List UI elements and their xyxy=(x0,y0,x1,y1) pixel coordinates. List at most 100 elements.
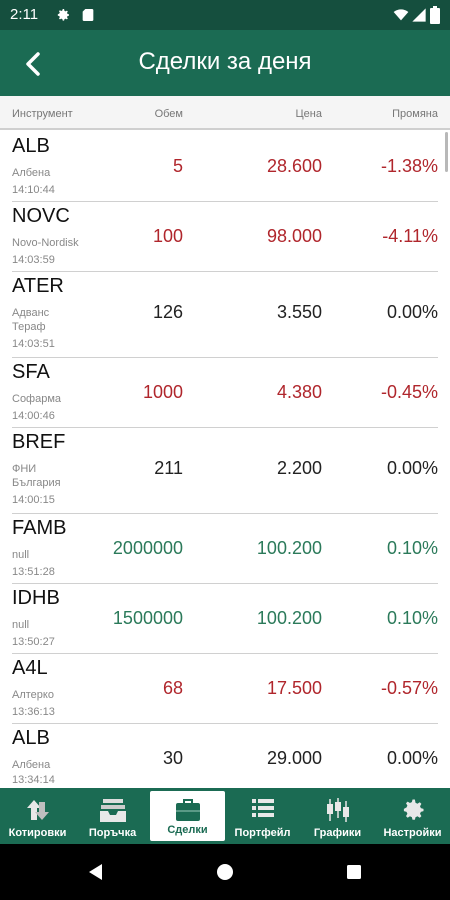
trade-company: ФНИ България xyxy=(12,463,61,489)
trade-price: 100.200 xyxy=(256,538,322,558)
trade-change: 0.10% xyxy=(386,608,438,628)
trade-volume: 5 xyxy=(172,156,183,176)
trade-price: 4.380 xyxy=(276,382,322,402)
trade-change: 0.10% xyxy=(386,538,438,558)
trade-volume: 1500000 xyxy=(112,608,183,628)
nav-trades[interactable]: Сделки xyxy=(150,791,225,841)
trade-volume: 30 xyxy=(162,748,183,768)
trade-volume: 1000 xyxy=(142,382,183,402)
status-bar: 2:11 xyxy=(0,0,450,30)
trade-change: 0.00% xyxy=(386,458,438,478)
trade-row[interactable]: BREF ФНИ България 14:00:15 211 2.200 0.0… xyxy=(0,428,450,514)
column-header-volume: Обем xyxy=(154,108,183,120)
cell-signal-icon xyxy=(412,8,426,22)
trade-change: -0.45% xyxy=(380,382,438,402)
column-header-row: Инструмент Обем Цена Промяна xyxy=(0,96,450,130)
trade-company: Novo-Nordisk xyxy=(12,237,79,249)
trade-time: 13:51:28 xyxy=(12,566,55,578)
trade-company: null xyxy=(12,549,30,561)
trade-company: Алтерко xyxy=(12,689,54,701)
system-back-icon[interactable] xyxy=(86,862,106,882)
trade-row[interactable]: ALB Албена 14:10:44 5 28.600 -1.38% xyxy=(0,132,450,202)
trade-time: 14:00:46 xyxy=(12,410,55,422)
column-header-price: Цена xyxy=(295,108,322,120)
trade-symbol: FAMB xyxy=(12,517,67,539)
trade-volume: 68 xyxy=(162,678,183,698)
trade-price: 2.200 xyxy=(276,458,322,478)
trade-price: 98.000 xyxy=(266,226,322,246)
trade-symbol: IDHB xyxy=(12,587,60,609)
order-tray-icon xyxy=(99,799,126,822)
trade-symbol: A4L xyxy=(12,657,48,679)
trade-volume: 2000000 xyxy=(112,538,183,558)
trade-time: 13:34:14 xyxy=(12,774,55,786)
trade-row[interactable]: A4L Алтерко 13:36:13 68 17.500 -0.57% xyxy=(0,654,450,724)
portfolio-list-icon xyxy=(251,799,274,817)
trade-price: 29.000 xyxy=(266,748,322,768)
trade-symbol: NOVC xyxy=(12,205,70,227)
trade-company: Албена xyxy=(12,167,51,179)
trade-change: -4.11% xyxy=(382,226,438,246)
bottom-navigation: Котировки Поръчка Сделки Портфейл График… xyxy=(0,788,450,844)
nav-order[interactable]: Поръчка xyxy=(75,788,150,844)
trade-volume: 211 xyxy=(154,458,183,478)
trade-symbol: SFA xyxy=(12,361,50,383)
trade-change: 0.00% xyxy=(386,748,438,768)
trade-price: 28.600 xyxy=(266,156,322,176)
trade-time: 14:03:59 xyxy=(12,254,55,266)
app-bar: Сделки за деня xyxy=(0,30,450,96)
battery-icon xyxy=(430,6,440,24)
nav-portfolio-label: Портфейл xyxy=(234,827,291,839)
briefcase-icon xyxy=(175,799,200,821)
trade-row[interactable]: ATER Адванс Тераф 14:03:51 126 3.550 0.0… xyxy=(0,272,450,358)
trade-change: 0.00% xyxy=(386,302,438,322)
nav-portfolio[interactable]: Портфейл xyxy=(225,788,300,844)
nav-order-label: Поръчка xyxy=(88,827,137,839)
nav-trades-label: Сделки xyxy=(167,824,208,836)
settings-gear-icon xyxy=(403,799,423,820)
system-home-icon[interactable] xyxy=(215,862,235,882)
trade-volume: 100 xyxy=(152,226,183,246)
page-title: Сделки за деня xyxy=(138,48,312,75)
trade-symbol: BREF xyxy=(12,431,66,453)
nav-settings-label: Настройки xyxy=(383,827,442,839)
candlestick-chart-icon xyxy=(326,798,349,822)
settings-notification-icon xyxy=(57,9,69,21)
trade-time: 14:00:15 xyxy=(12,494,55,506)
trade-change: -0.57% xyxy=(380,678,438,698)
trade-row[interactable]: IDHB null 13:50:27 1500000 100.200 0.10% xyxy=(0,584,450,654)
trade-time: 14:10:44 xyxy=(12,184,55,196)
trade-row[interactable]: SFA Софарма 14:00:46 1000 4.380 -0.45% xyxy=(0,358,450,428)
screen: 2:11 Сделки за деня Инструмент Обем Цена… xyxy=(0,0,450,900)
status-time: 2:11 xyxy=(10,6,39,23)
trade-price: 3.550 xyxy=(276,302,322,322)
trade-symbol: ALB xyxy=(12,135,50,157)
trade-time: 13:50:27 xyxy=(12,636,55,648)
sd-card-icon xyxy=(82,9,94,21)
nav-quotes-label: Котировки xyxy=(8,827,67,839)
trade-row[interactable]: NOVC Novo-Nordisk 14:03:59 100 98.000 -4… xyxy=(0,202,450,272)
nav-charts-label: Графики xyxy=(313,827,362,839)
trade-change: -1.38% xyxy=(380,156,438,176)
trade-price: 17.500 xyxy=(266,678,322,698)
trade-time: 14:03:51 xyxy=(12,338,55,350)
wifi-icon xyxy=(393,9,409,21)
trade-volume: 126 xyxy=(152,302,183,322)
nav-charts[interactable]: Графики xyxy=(300,788,375,844)
trade-row[interactable]: ALB Албена 13:34:14 30 29.000 0.00% xyxy=(0,724,450,788)
column-header-change: Промяна xyxy=(392,108,438,120)
trade-company: Адванс Тераф xyxy=(12,307,50,333)
nav-quotes[interactable]: Котировки xyxy=(0,788,75,844)
system-navigation-bar xyxy=(0,844,450,900)
trade-row[interactable]: FAMB null 13:51:28 2000000 100.200 0.10% xyxy=(0,514,450,584)
nav-settings[interactable]: Настройки xyxy=(375,788,450,844)
trade-company: Албена xyxy=(12,759,51,771)
trade-symbol: ATER xyxy=(12,275,64,297)
column-header-instrument: Инструмент xyxy=(12,108,73,120)
quotes-icon xyxy=(26,800,49,820)
trade-symbol: ALB xyxy=(12,727,50,749)
list-scrollbar[interactable] xyxy=(445,132,448,172)
trade-price: 100.200 xyxy=(256,608,322,628)
system-recents-icon[interactable] xyxy=(344,862,364,882)
trades-list[interactable]: ALB Албена 14:10:44 5 28.600 -1.38% NOVC… xyxy=(0,132,450,788)
